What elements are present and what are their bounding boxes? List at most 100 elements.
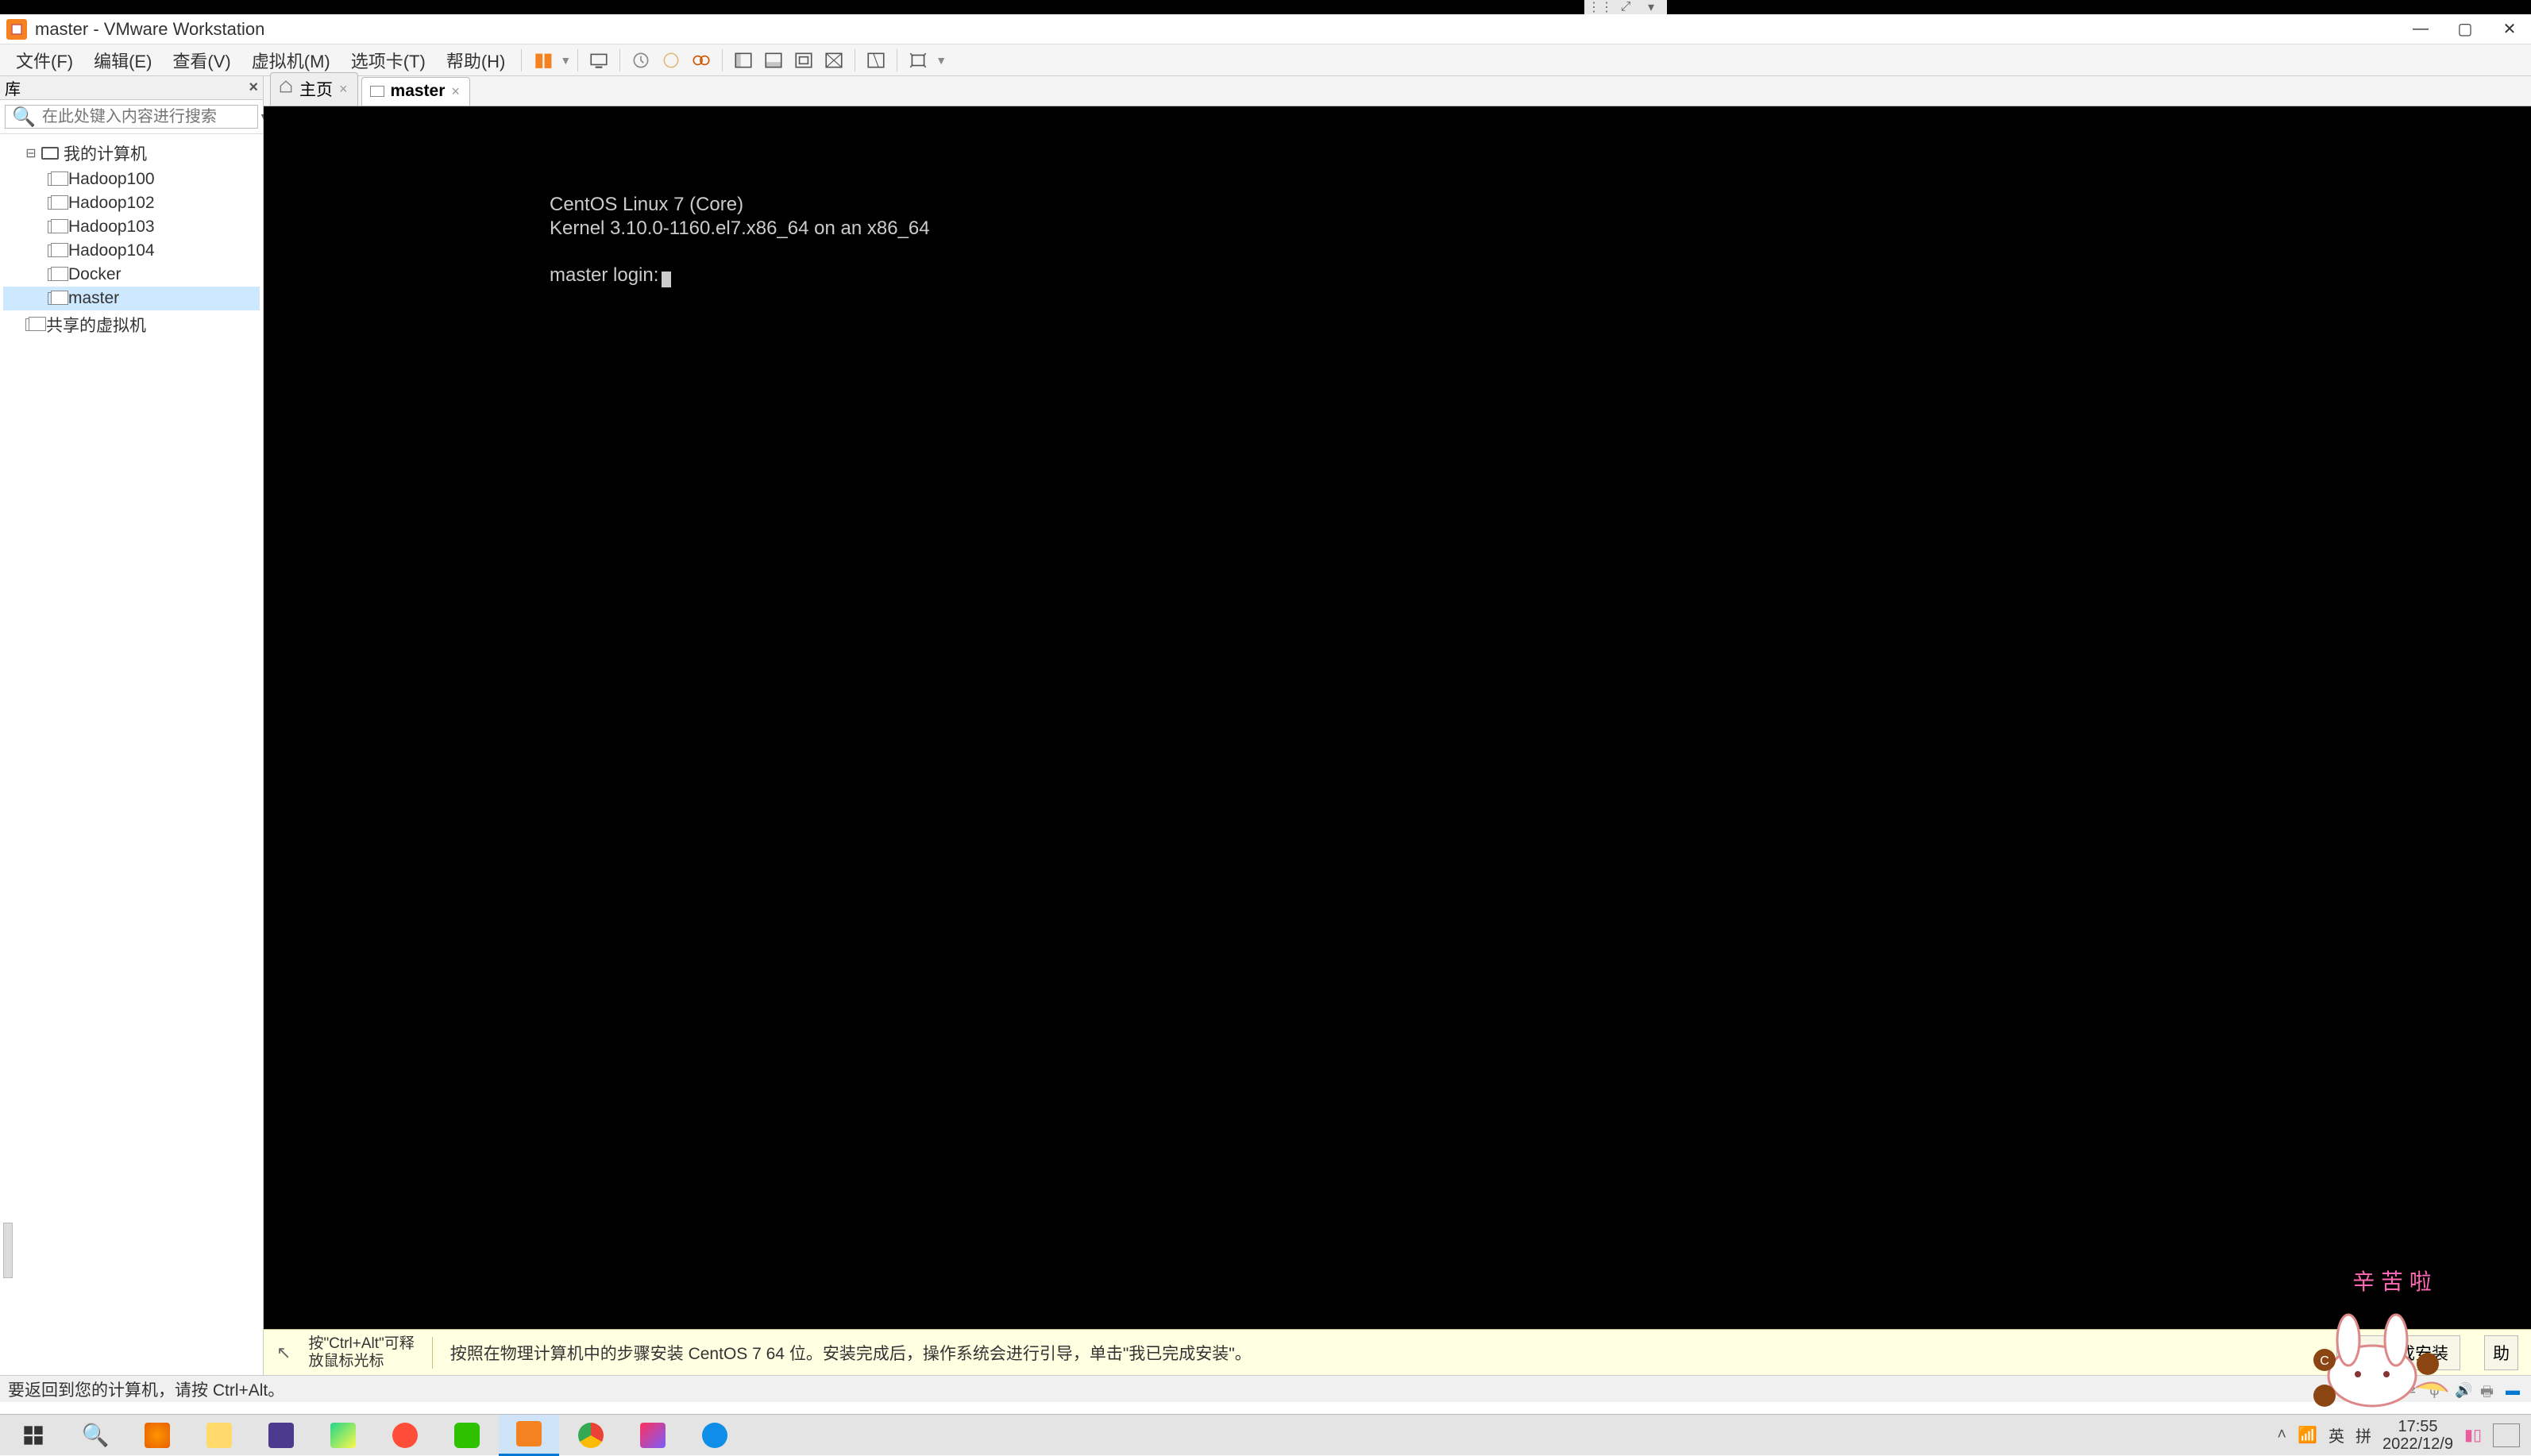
shared-icon [25,318,41,331]
hint-tip: 按"Ctrl+Alt"可释 放鼠标光标 [308,1335,414,1370]
search-button[interactable]: 🔍 [65,1415,125,1456]
tree-item[interactable]: Hadoop103 [3,215,260,239]
tray-app-icon[interactable]: ▮▯ [2464,1425,2482,1445]
taskbar-app-explorer[interactable] [189,1415,249,1456]
close-button[interactable]: ✕ [2488,15,2531,44]
taskbar-app-todesk[interactable] [375,1415,435,1456]
cd-icon[interactable]: ◎ [2379,1382,2396,1396]
search-input[interactable] [42,108,253,126]
install-done-button[interactable]: 我已完成安装 [2336,1335,2460,1370]
menu-help[interactable]: 帮助(H) [437,44,515,76]
printer-icon[interactable]: 🖶 [2480,1382,2498,1396]
maximize-button[interactable]: ▢ [2444,15,2487,44]
separator [432,1337,433,1369]
fullscreen-button[interactable] [789,48,818,73]
taskbar-app-teamviewer[interactable] [685,1415,745,1456]
clock-time: 17:55 [2382,1418,2453,1435]
grid-icon[interactable]: ⋮⋮ [1589,2,1611,13]
taskbar-app-intellij[interactable] [623,1415,683,1456]
tree-item[interactable]: Hadoop100 [3,168,260,191]
title-bar: master - VMware Workstation — ▢ ✕ [0,14,2531,44]
tree-item[interactable]: Hadoop102 [3,191,260,215]
tree-label: Hadoop100 [68,170,155,189]
snapshot-button[interactable] [627,48,655,73]
snapshot-manager-button[interactable] [687,48,716,73]
show-thumbnail-button[interactable] [759,48,788,73]
search-box[interactable]: 🔍 ▼ [5,105,258,129]
vmware-logo-icon [6,19,27,40]
vm-icon [48,245,64,257]
send-ctrl-alt-del-button[interactable] [585,48,613,73]
net-icon[interactable]: ⇄ [2404,1382,2421,1396]
separator [577,49,578,71]
menu-tabs[interactable]: 选项卡(T) [341,44,435,76]
taskbar-app-wechat[interactable] [437,1415,497,1456]
taskbar-app-chrome[interactable] [561,1415,621,1456]
tree-my-computer[interactable]: ⊟ 我的计算机 [3,139,260,168]
status-devices: ▭ ◎ ⇄ ψ 🔊 🖶 ▬ [2353,1382,2523,1396]
menu-edit[interactable]: 编辑(E) [84,44,161,76]
console-view-button[interactable] [862,48,890,73]
separator [619,49,620,71]
tree-label: Hadoop102 [68,194,155,213]
hdd-icon[interactable]: ▭ [2353,1382,2371,1396]
usb-icon[interactable]: ψ [2429,1382,2447,1396]
sound-icon[interactable]: 🔊 [2455,1382,2472,1396]
cursor-icon: ↖ [276,1342,291,1363]
tree-label: Docker [68,265,122,284]
tree-label: Hadoop104 [68,241,155,260]
vm-tree: ⊟ 我的计算机 Hadoop100 Hadoop102 Hadoop103 Ha… [0,134,263,344]
power-dropdown-icon[interactable]: ▼ [560,54,571,67]
vm-console[interactable]: CentOS Linux 7 (Core) Kernel 3.10.0-1160… [264,106,2531,1329]
tray-expand-icon[interactable]: ˄ [2277,1426,2286,1444]
hint-message: 按照在物理计算机中的步骤安装 CentOS 7 64 位。安装完成后，操作系统会… [450,1341,1252,1365]
start-button[interactable] [3,1415,64,1456]
ime-language[interactable]: 英 [2328,1423,2344,1446]
display-icon[interactable]: ▬ [2506,1382,2523,1396]
taskbar-app-firefox[interactable] [127,1415,187,1456]
tab-close-icon[interactable]: × [339,81,348,98]
tab-master[interactable]: master × [361,77,470,106]
ime-mode[interactable]: 拼 [2355,1423,2371,1446]
unity-button[interactable] [820,48,848,73]
tab-label: 主页 [299,77,333,101]
collapse-icon[interactable]: ⊟ [25,145,37,161]
tree-shared[interactable]: 共享的虚拟机 [3,310,260,339]
stretch-button[interactable] [904,48,932,73]
taskbar-clock[interactable]: 17:55 2022/12/9 [2382,1418,2453,1453]
minimize-button[interactable]: — [2399,15,2442,44]
taskbar-app-obsidian[interactable] [251,1415,311,1456]
tab-close-icon[interactable]: × [451,83,460,100]
tab-home[interactable]: 主页 × [270,72,358,106]
chevron-down-icon[interactable]: ▾ [1640,2,1662,13]
search-icon: 🔍 [12,106,36,129]
clock-date: 2022/12/9 [2382,1435,2453,1453]
vm-icon [48,197,64,210]
tab-bar: 主页 × master × [264,76,2531,106]
expand-icon[interactable]: ⤢ [1615,2,1637,13]
close-library-button[interactable]: × [249,79,258,97]
thumbnail-strip-handle[interactable] [3,1223,13,1278]
tree-item-active[interactable]: master [3,287,260,310]
stretch-dropdown-icon[interactable]: ▼ [936,54,947,67]
window-title: master - VMware Workstation [35,19,264,40]
top-black-bar: ⋮⋮ ⤢ ▾ [0,0,2531,14]
snapshot-revert-button[interactable] [657,48,685,73]
console-line: Kernel 3.10.0-1160.el7.x86_64 on an x86_… [550,218,930,239]
notification-button[interactable] [2493,1423,2520,1447]
taskbar-app-pycharm[interactable] [313,1415,373,1456]
menu-vm[interactable]: 虚拟机(M) [242,44,340,76]
wifi-icon[interactable]: 📶 [2298,1425,2317,1445]
menu-view[interactable]: 查看(V) [163,44,240,76]
vm-icon [48,268,64,281]
help-button[interactable]: 助 [2484,1335,2518,1370]
pause-button[interactable]: ▮▮ [528,48,557,73]
library-header: 库 × [0,76,263,100]
show-sidebar-button[interactable] [729,48,758,73]
vm-icon [48,292,64,305]
tree-item[interactable]: Docker [3,263,260,287]
tree-label: 共享的虚拟机 [46,313,146,337]
tree-item[interactable]: Hadoop104 [3,239,260,263]
menu-file[interactable]: 文件(F) [6,44,83,76]
taskbar-app-vmware[interactable] [499,1415,559,1456]
